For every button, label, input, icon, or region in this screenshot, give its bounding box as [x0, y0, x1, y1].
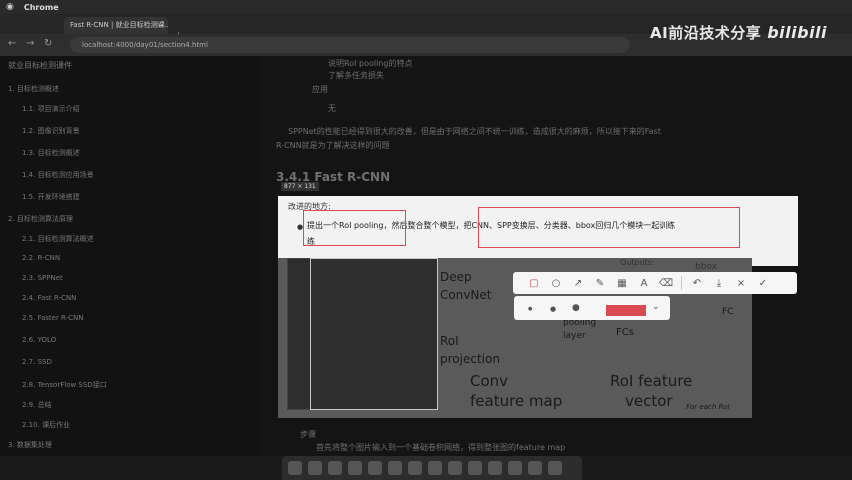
download-icon[interactable]: ⤓: [708, 278, 730, 289]
roi-box: [310, 258, 438, 410]
sidebar-item-active[interactable]: 2.4. Fast R-CNN: [22, 294, 76, 302]
dock-app[interactable]: [548, 461, 562, 475]
sidebar-item[interactable]: 2.1. 目标检测算法概述: [22, 234, 94, 244]
dock-app[interactable]: [508, 461, 522, 475]
figure-label: RoI: [440, 334, 459, 348]
content-bullet: 步骤: [300, 430, 316, 439]
menu-bar: ◉ Chrome: [0, 0, 852, 14]
back-icon[interactable]: ←: [8, 38, 16, 49]
sidebar-item[interactable]: 2.7. SSD: [22, 358, 52, 366]
dock-app[interactable]: [328, 461, 342, 475]
stroke-options: ● ● ●: [514, 296, 670, 320]
watermark: AI前沿技术分享 bilibili: [650, 22, 827, 43]
dock-app[interactable]: [388, 461, 402, 475]
sidebar-item[interactable]: 1.5. 开发环境搭建: [22, 192, 80, 202]
sidebar-item[interactable]: 2.10. 课后作业: [22, 420, 70, 430]
figure-label: RoI feature: [610, 372, 693, 390]
color-swatch[interactable]: [606, 305, 646, 316]
dock-app[interactable]: [348, 461, 362, 475]
forward-icon[interactable]: →: [26, 38, 34, 49]
paragraph: R-CNN就是为了解决这样的问题: [276, 141, 390, 150]
dock-app[interactable]: [408, 461, 422, 475]
figure-label: For each RoI: [686, 403, 730, 411]
figure-label: feature map: [470, 392, 563, 410]
bilibili-logo: bilibili: [767, 23, 828, 42]
sidebar-title: 就业目标检测课件: [8, 61, 72, 70]
dock-app[interactable]: [288, 461, 302, 475]
text-icon[interactable]: A: [633, 278, 655, 289]
sidebar: 就业目标检测课件 1. 目标检测概述 1.1. 项目演示介绍 1.2. 图像识别…: [0, 56, 260, 456]
figure-label: Deep: [440, 270, 472, 284]
dock-app[interactable]: [308, 461, 322, 475]
sidebar-item[interactable]: 1.3. 目标检测概述: [22, 148, 80, 158]
arrow-icon[interactable]: ↗: [567, 278, 589, 289]
dock-app[interactable]: [368, 461, 382, 475]
sidebar-item[interactable]: 2.5. Faster R-CNN: [22, 314, 84, 322]
eraser-icon[interactable]: ⌫: [655, 278, 677, 289]
divider: [681, 276, 682, 290]
figure-label: bbox: [695, 262, 717, 272]
sidebar-item[interactable]: 1.1. 项目演示介绍: [22, 104, 80, 114]
undo-icon[interactable]: ↶: [686, 278, 708, 289]
browser-tab[interactable]: Fast R-CNN | 就业目标检测课... ×: [64, 17, 168, 34]
annotation-toolbar: ▢ ○ ↗ ✎ ▦ A ⌫ ↶ ⤓ × ✓: [513, 272, 797, 294]
rect-icon[interactable]: ▢: [523, 278, 545, 289]
sidebar-item[interactable]: 2.6. YOLO: [22, 336, 56, 344]
figure-label: ConvNet: [440, 288, 492, 302]
sidebar-item[interactable]: 1. 目标检测概述: [8, 84, 59, 94]
size-large-icon[interactable]: ●: [572, 303, 580, 313]
confirm-icon[interactable]: ✓: [752, 278, 774, 289]
dock-app[interactable]: [448, 461, 462, 475]
content-line: 了解多任务损失: [328, 71, 384, 80]
sidebar-item[interactable]: 2.3. SPPNet: [22, 274, 63, 282]
figure-label: projection: [440, 352, 500, 366]
content-bullet: 应用: [312, 85, 328, 94]
paragraph: SPPNet的性能已经得到很大的改善，但是由于网络之间不统一训练，造成很大的麻烦…: [288, 127, 661, 136]
size-small-icon[interactable]: ●: [528, 306, 532, 312]
dock: [282, 456, 582, 480]
dock-app[interactable]: [528, 461, 542, 475]
annotation-rect[interactable]: [303, 210, 406, 246]
dock-app[interactable]: [468, 461, 482, 475]
sidebar-item[interactable]: 2. 目标检测算法原理: [8, 214, 73, 224]
figure-label: Conv: [470, 372, 509, 390]
url-input[interactable]: localhost:4000/day01/section4.html: [70, 37, 630, 53]
watermark-text: AI前沿技术分享: [650, 24, 762, 42]
pen-icon[interactable]: ✎: [589, 278, 611, 289]
chevron-down-icon[interactable]: ⌄: [652, 302, 660, 312]
figure-label: vector: [625, 392, 673, 410]
figure-label: layer: [563, 331, 586, 341]
sidebar-item[interactable]: 2.8. TensorFlow SSD接口: [22, 380, 107, 390]
sidebar-item[interactable]: 3. 数据集处理: [8, 440, 52, 450]
reload-icon[interactable]: ↻: [44, 38, 52, 49]
sidebar-item[interactable]: 1.2. 图像识别背景: [22, 126, 80, 136]
sidebar-item[interactable]: 1.4. 目标检测应用场景: [22, 170, 94, 180]
close-icon[interactable]: ×: [730, 278, 752, 289]
figure-label: FCs: [616, 327, 634, 338]
figure-label: FC: [722, 307, 734, 317]
tab-close-icon[interactable]: ×: [156, 17, 162, 34]
sidebar-item[interactable]: 2.9. 总结: [22, 400, 52, 410]
apple-icon[interactable]: ◉: [6, 2, 14, 12]
content-line: 无: [328, 104, 336, 113]
content-line: 首先将整个图片输入到一个基础卷积网络，得到整张图的feature map: [316, 443, 566, 452]
dock-app[interactable]: [428, 461, 442, 475]
app-menu-chrome[interactable]: Chrome: [24, 3, 59, 12]
annotation-rect[interactable]: [478, 207, 740, 248]
tab-title: Fast R-CNN | 就业目标检测课...: [70, 21, 168, 29]
content-line: 说明RoI pooling的特点: [328, 59, 413, 68]
size-medium-icon[interactable]: ●: [550, 305, 556, 313]
mosaic-icon[interactable]: ▦: [611, 278, 633, 289]
sidebar-item[interactable]: 2.2. R-CNN: [22, 254, 60, 262]
dock-app[interactable]: [488, 461, 502, 475]
circle-icon[interactable]: ○: [545, 278, 567, 289]
figure-label: Outputs:: [620, 258, 655, 267]
selection-size-readout: 877 × 131: [281, 182, 319, 191]
